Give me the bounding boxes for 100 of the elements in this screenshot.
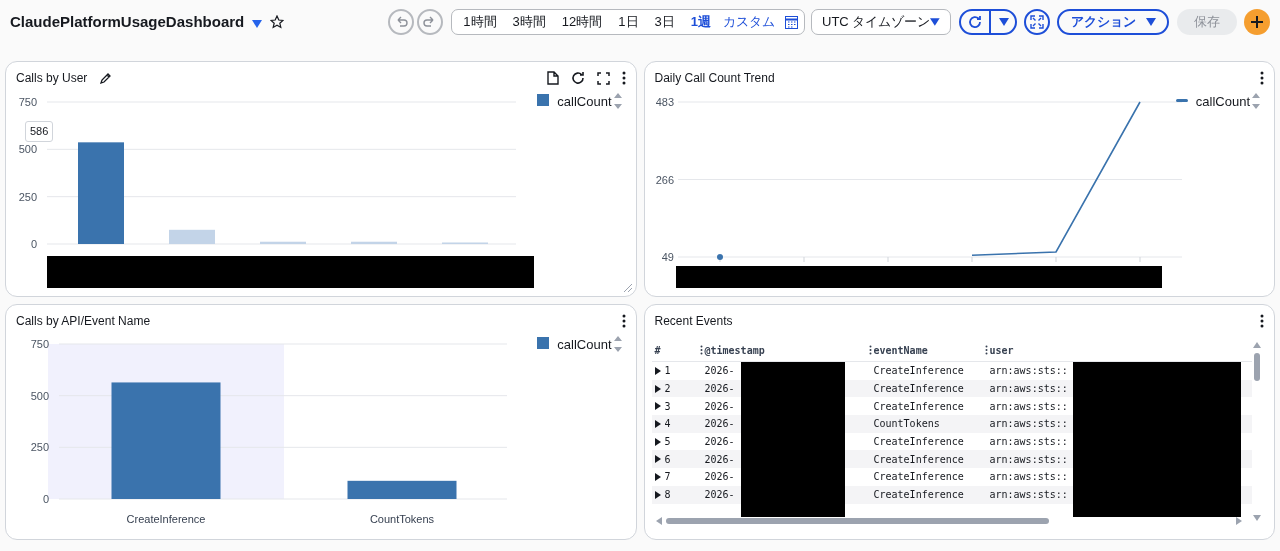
column-header[interactable]: eventName — [873, 342, 928, 358]
widget-title: Calls by User — [16, 70, 88, 87]
column-handle-icon[interactable] — [699, 345, 703, 355]
scroll-arrows-icon — [1252, 92, 1260, 110]
table-cell: 2026- — [704, 418, 735, 430]
fullscreen-icon[interactable] — [596, 71, 610, 85]
calendar-icon[interactable] — [785, 15, 798, 29]
fullscreen-icon — [1030, 15, 1044, 29]
table-cell: 2026- — [704, 436, 735, 448]
table-cell: arn:aws:sts:: — [989, 436, 1068, 448]
row-number: 8 — [664, 488, 671, 503]
resize-handle-icon[interactable] — [622, 283, 632, 292]
expand-arrow-icon[interactable] — [654, 437, 661, 446]
table-cell: CreateInference — [873, 489, 964, 501]
plus-icon — [1251, 16, 1263, 28]
refresh-icon[interactable] — [570, 71, 585, 85]
dashboard-title: ClaudePlatformUsageDashboard — [10, 11, 245, 32]
table-cell: arn:aws:sts:: — [989, 418, 1068, 430]
axis-tick-label: 266 — [655, 173, 674, 186]
more-menu-icon[interactable] — [1260, 314, 1264, 328]
axis-tick-label: 250 — [30, 441, 49, 454]
time-range-option[interactable]: 3時間 — [504, 12, 554, 32]
expand-arrow-icon[interactable] — [654, 490, 661, 499]
table-cell: arn:aws:sts:: — [989, 471, 1068, 483]
table-cell: arn:aws:sts:: — [989, 383, 1068, 395]
undo-button[interactable] — [388, 9, 415, 35]
timezone-dropdown[interactable]: UTC タイムゾーン — [811, 9, 951, 35]
time-range-option[interactable]: 12時間 — [553, 12, 611, 32]
column-handle-icon[interactable] — [984, 345, 988, 355]
table-cell: 2026- — [704, 489, 735, 501]
expand-arrow-icon[interactable] — [654, 419, 661, 428]
time-range-option[interactable]: 1時間 — [455, 12, 505, 32]
axis-category-label: CreateInference — [126, 513, 206, 525]
more-menu-icon[interactable] — [621, 71, 626, 85]
column-header[interactable]: # — [654, 342, 661, 358]
widget-title: Calls by API/Event Name — [16, 313, 151, 330]
axis-tick-label: 483 — [655, 96, 674, 108]
scroll-arrows-icon — [613, 92, 622, 110]
refresh-split-button[interactable] — [959, 9, 1017, 35]
axis-tick-label: 0 — [42, 493, 49, 505]
add-widget-button[interactable] — [1244, 9, 1270, 35]
time-range-option[interactable]: 1日 — [610, 12, 647, 32]
caret-down-icon[interactable] — [252, 19, 263, 28]
widget-title: Daily Call Count Trend — [654, 70, 775, 87]
expand-arrow-icon[interactable] — [654, 455, 661, 464]
fullscreen-button[interactable] — [1024, 9, 1050, 35]
legend-label: callCount — [557, 93, 612, 111]
time-range-option[interactable]: 1週 — [682, 12, 719, 32]
axis-tick-label: 750 — [18, 96, 37, 108]
axis-category-label: CountTokens — [369, 513, 435, 525]
table-cell: CreateInference — [873, 471, 964, 483]
axis-tick-label: 0 — [30, 238, 37, 250]
table-cell: CreateInference — [873, 453, 964, 465]
axis-tick-label: 500 — [30, 389, 49, 402]
actions-button[interactable]: アクション — [1057, 9, 1169, 35]
table-cell: arn:aws:sts:: — [989, 400, 1068, 412]
table-cell: CreateInference — [873, 365, 964, 377]
time-range-option[interactable]: 3日 — [646, 12, 683, 32]
more-menu-icon[interactable] — [1260, 71, 1264, 85]
expand-arrow-icon[interactable] — [654, 402, 661, 411]
legend-swatch-icon — [537, 94, 550, 106]
table-cell: CreateInference — [873, 383, 964, 395]
row-number: 7 — [664, 470, 671, 485]
caret-down-icon — [1145, 18, 1156, 26]
scroll-arrows-icon — [613, 335, 622, 353]
pencil-icon[interactable] — [99, 71, 113, 85]
legend-label: callCount — [1195, 93, 1250, 111]
table-cell: arn:aws:sts:: — [989, 489, 1068, 501]
widget-title: Recent Events — [654, 313, 733, 330]
row-number: 3 — [664, 399, 671, 414]
expand-arrow-icon[interactable] — [654, 472, 661, 481]
custom-range-link[interactable]: カスタム — [719, 12, 779, 32]
value-tooltip: 586 — [25, 121, 54, 142]
column-header[interactable]: @timestamp — [704, 342, 765, 358]
table-cell: arn:aws:sts:: — [989, 453, 1068, 465]
axis-tick-label: 750 — [30, 338, 49, 350]
star-icon[interactable] — [270, 15, 285, 29]
horizontal-scrollbar-icon[interactable] — [655, 517, 1242, 525]
legend-label: callCount — [557, 336, 612, 354]
table-cell: CreateInference — [873, 436, 964, 448]
row-number: 2 — [664, 382, 671, 397]
axis-tick-label: 49 — [661, 251, 674, 263]
column-header[interactable]: user — [989, 342, 1014, 358]
expand-arrow-icon[interactable] — [654, 366, 661, 375]
bar — [260, 241, 306, 244]
column-handle-icon[interactable] — [868, 345, 872, 355]
bar — [351, 241, 397, 244]
expand-arrow-icon[interactable] — [654, 384, 661, 393]
table-cell: CountTokens — [873, 418, 940, 430]
more-menu-icon[interactable] — [621, 314, 626, 328]
table-cell: CreateInference — [873, 400, 964, 412]
caret-down-icon — [930, 18, 940, 26]
data-point — [716, 254, 723, 260]
caret-down-icon[interactable] — [999, 18, 1009, 26]
vertical-scrollbar-icon[interactable] — [1253, 341, 1261, 523]
bar — [169, 229, 215, 244]
axis-tick-label: 250 — [18, 190, 37, 203]
refresh-icon[interactable] — [967, 14, 983, 30]
document-icon[interactable] — [546, 71, 559, 85]
row-number: 1 — [664, 364, 671, 379]
